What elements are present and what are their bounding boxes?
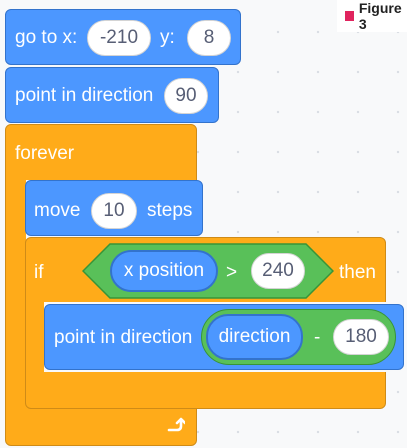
figure-label-text: Figure 3 [358,0,402,32]
direction-reporter[interactable]: direction [206,314,303,360]
x-position-reporter[interactable]: x position [110,250,218,292]
x-value-input[interactable]: -210 [87,20,151,56]
steps-label: steps [147,200,193,221]
steps-value-input[interactable]: 10 [91,193,137,229]
compare-value-input[interactable]: 240 [251,253,305,289]
loop-arrow-icon [165,416,187,436]
if-label: if [34,262,44,283]
figure-label: Figure 3 [337,0,407,32]
greater-than-symbol: > [226,262,238,283]
forever-label: forever [15,143,75,164]
y-value-input[interactable]: 8 [187,20,231,56]
subtract-value-input[interactable]: 180 [333,319,389,355]
direction-value-input[interactable]: 90 [164,78,208,114]
point-in-direction-label: point in direction [15,85,154,106]
point-in-direction-inner-label: point in direction [54,327,193,348]
y-label: y: [160,27,175,48]
minus-symbol: - [314,327,321,348]
figure-marker-icon [345,11,354,21]
move-label: move [34,200,81,221]
then-label: then [339,262,376,283]
go-to-label: go to x: [15,27,78,48]
